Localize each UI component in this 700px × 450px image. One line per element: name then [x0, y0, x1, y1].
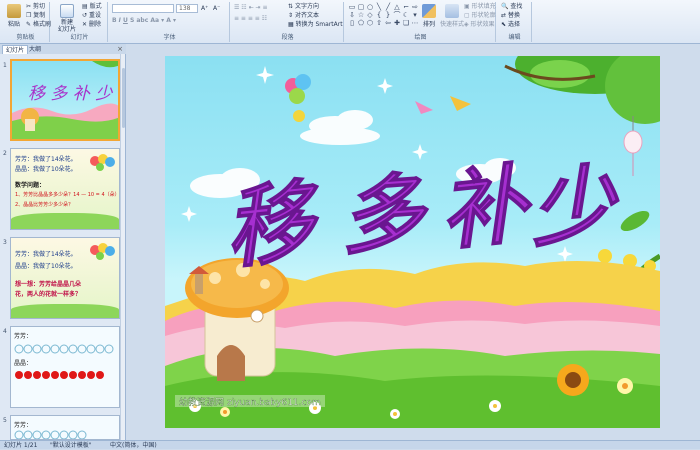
thumb-text: 数学问题： — [15, 182, 46, 189]
smartart-button[interactable]: ▦ 转换为 SmartArt — [288, 21, 343, 29]
paper-plane — [450, 96, 471, 111]
thumb-text: 芳芳： — [14, 422, 33, 429]
balloons-icon — [90, 154, 115, 171]
grow-font-icon[interactable]: A⁺ — [201, 5, 208, 13]
slide-number: 1 — [3, 62, 7, 69]
pane-tabs: 幻灯片 大纲 × — [0, 44, 126, 54]
paper-plane — [415, 101, 433, 114]
shape-effects-button[interactable]: ◈ 形状效果 — [464, 21, 495, 29]
slide-number: 3 — [3, 239, 7, 246]
font-style-buttons[interactable]: B I U S abc Aa ▾ A ▾ — [112, 17, 176, 25]
tab-slides[interactable]: 幻灯片 — [2, 45, 29, 54]
format-painter-button[interactable]: ✎ 格式刷 — [26, 21, 51, 29]
slide-thumbnail-2[interactable]: 芳芳：我做了14朵花。 晶晶：我做了10朵花。 数学问题： 1、芳芳比晶晶多多少… — [10, 148, 120, 230]
close-pane-icon[interactable]: × — [117, 45, 123, 53]
editing-group: 🔍 查找 ⇄ 替换 ⬉ 选择 编辑 — [498, 2, 532, 42]
drawing-label: 绘图 — [414, 34, 427, 41]
thumb-text: 花，两人的花就一样多？ — [15, 291, 82, 298]
shapes-gallery[interactable]: ▭ ▢ ○ ╲ ╱ △ ⌐ ⇨ ⇩ ☆ ◇{} ⌒ ☾ ▾ ▯ ⬠ ⬡ ⇧ ⇦ ✚ ❏ ⋯ — [348, 4, 419, 27]
find-button[interactable]: 🔍 查找 — [501, 3, 522, 11]
thumb-text: 1、芳芳比晶晶多多少朵？14 — 10 = 4（朵） — [15, 192, 120, 198]
slide-thumbnail-1[interactable]: 移 多 补 少 — [10, 59, 120, 141]
scrollbar-thumb[interactable] — [122, 68, 125, 128]
align-buttons[interactable]: ≡ ≡ ≡ ≡ ☷ — [234, 15, 267, 23]
balloons-icon — [90, 243, 115, 260]
arrange-icon — [422, 4, 436, 18]
thumb-grass — [11, 213, 119, 229]
slides-pane: 幻灯片 大纲 × 1 移 多 补 少 2 芳芳：我做了14朵花。 晶晶：我做了1… — [0, 44, 126, 440]
thumb-text: 晶晶： — [14, 360, 33, 367]
thumb-text: 想一想：芳芳给晶晶几朵 — [15, 281, 82, 288]
balloon-bugs — [285, 74, 311, 122]
title-char: 补 — [435, 153, 538, 263]
new-slide-button[interactable]: 新建 幻灯片 — [54, 4, 80, 33]
font-size-field[interactable]: 138 — [176, 4, 198, 13]
font-group: 138 A⁺ A⁻ B I U S abc Aa ▾ A ▾ 字体 — [110, 2, 230, 42]
thumb-text: 芳芳：我做了14朵花。 — [15, 156, 77, 163]
title-char: 多 — [337, 162, 433, 267]
new-slide-icon — [60, 4, 74, 18]
tab-outline[interactable]: 大纲 — [26, 45, 44, 54]
editing-label: 编辑 — [508, 34, 521, 41]
title-char: 移 — [220, 167, 328, 281]
status-bar: 幻灯片 1/21 "默认设计模板" 中文(简体，中国) — [0, 440, 700, 449]
svg-text:移 多 补 少: 移 多 补 少 — [28, 84, 113, 104]
list-buttons[interactable]: ☰ ☷ ⇤ ⇥ ≡ — [234, 4, 267, 12]
slides-label: 幻灯片 — [70, 34, 89, 41]
circle-row-filled — [15, 371, 104, 379]
slide-watermark: 幼教资源网 ziyuan.baby611.com — [179, 396, 321, 408]
slide-editor: 移 多 补 少 幼教资源网 ziyuan.baby611.com — [127, 44, 700, 440]
paste-button[interactable]: 粘贴 — [3, 4, 25, 28]
slide-number: 4 — [3, 328, 7, 335]
drawing-group: ▭ ▢ ○ ╲ ╱ △ ⌐ ⇨ ⇩ ☆ ◇{} ⌒ ☾ ▾ ▯ ⬠ ⬡ ⇧ ⇦ ✚ ❏ ⋯ 排列 快速样式 ▣ 形状填… — [346, 2, 496, 42]
clipboard-label: 剪贴板 — [16, 34, 35, 41]
quick-styles-button[interactable]: 快速样式 — [440, 4, 464, 28]
circle-row-empty — [14, 344, 114, 354]
thumb-text: 芳芳：我做了14朵花。 — [15, 251, 77, 258]
clipboard-group: 粘贴 ✂ 剪切 ❐ 复制 ✎ 格式刷 剪贴板 — [2, 2, 51, 42]
thumb-text: 2、晶晶比芳芳少多少朵？ — [15, 202, 74, 208]
thumb-text: 晶晶：我做了10朵花。 — [15, 166, 77, 173]
thumb-text: 芳芳： — [14, 333, 33, 340]
font-label: 字体 — [163, 34, 176, 41]
thumb-grass — [11, 304, 119, 318]
paragraph-group: ☰ ☷ ⇤ ⇥ ≡ ≡ ≡ ≡ ≡ ☷ ⇅ 文字方向 ⇕ 对齐文本 ▦ 转换为 … — [232, 2, 344, 42]
paste-icon — [7, 4, 21, 18]
align-text-button[interactable]: ⇕ 对齐文本 — [288, 12, 319, 20]
font-name-field[interactable] — [112, 4, 174, 13]
reset-button[interactable]: ↺ 重设 — [82, 12, 101, 20]
thumb-1-art: 移 多 补 少 — [12, 61, 118, 139]
slide-thumbnail-3[interactable]: 芳芳：我做了14朵花。 晶晶：我做了10朵花。 想一想：芳芳给晶晶几朵 花，两人… — [10, 237, 120, 319]
slide-background-art: 移 多 补 少 幼教资源网 ziyuan.baby611.com — [165, 56, 660, 428]
replace-button[interactable]: ⇄ 替换 — [501, 12, 520, 20]
slide-thumbnail-4[interactable]: 芳芳： 晶晶： — [10, 326, 120, 408]
pane-scrollbar[interactable] — [120, 54, 125, 440]
delete-button[interactable]: ✕ 删除 — [82, 21, 101, 29]
shape-fill-button[interactable]: ▣ 形状填充 — [464, 3, 496, 11]
slide-thumbnail-5[interactable]: 芳芳： — [10, 415, 120, 440]
thumb-text: 晶晶：我做了10朵花。 — [15, 263, 77, 270]
shrink-font-icon[interactable]: A⁻ — [213, 5, 220, 13]
select-button[interactable]: ⬉ 选择 — [501, 21, 520, 29]
tree-foliage — [504, 56, 660, 124]
cut-button[interactable]: ✂ 剪切 — [26, 3, 45, 11]
main-slide[interactable]: 移 多 补 少 幼教资源网 ziyuan.baby611.com — [165, 56, 660, 428]
slides-group: 新建 幻灯片 ▤ 版式 ↺ 重设 ✕ 删除 幻灯片 — [52, 2, 108, 42]
paragraph-label: 段落 — [281, 34, 294, 41]
text-direction-button[interactable]: ⇅ 文字方向 — [288, 3, 319, 11]
arrange-button[interactable]: 排列 — [418, 4, 440, 28]
layout-button[interactable]: ▤ 版式 — [82, 3, 102, 11]
lantern — [623, 116, 643, 176]
shape-outline-button[interactable]: ▢ 形状轮廓 — [464, 12, 496, 20]
quick-styles-icon — [445, 4, 459, 18]
ribbon: 粘贴 ✂ 剪切 ❐ 复制 ✎ 格式刷 剪贴板 新建 幻灯片 ▤ 版式 ↺ 重设 … — [0, 0, 700, 44]
slide-number: 5 — [3, 417, 7, 424]
circle-row-empty — [14, 430, 87, 439]
slide-number: 2 — [3, 150, 7, 157]
copy-button[interactable]: ❐ 复制 — [26, 12, 45, 20]
title-char: 少 — [526, 153, 624, 259]
